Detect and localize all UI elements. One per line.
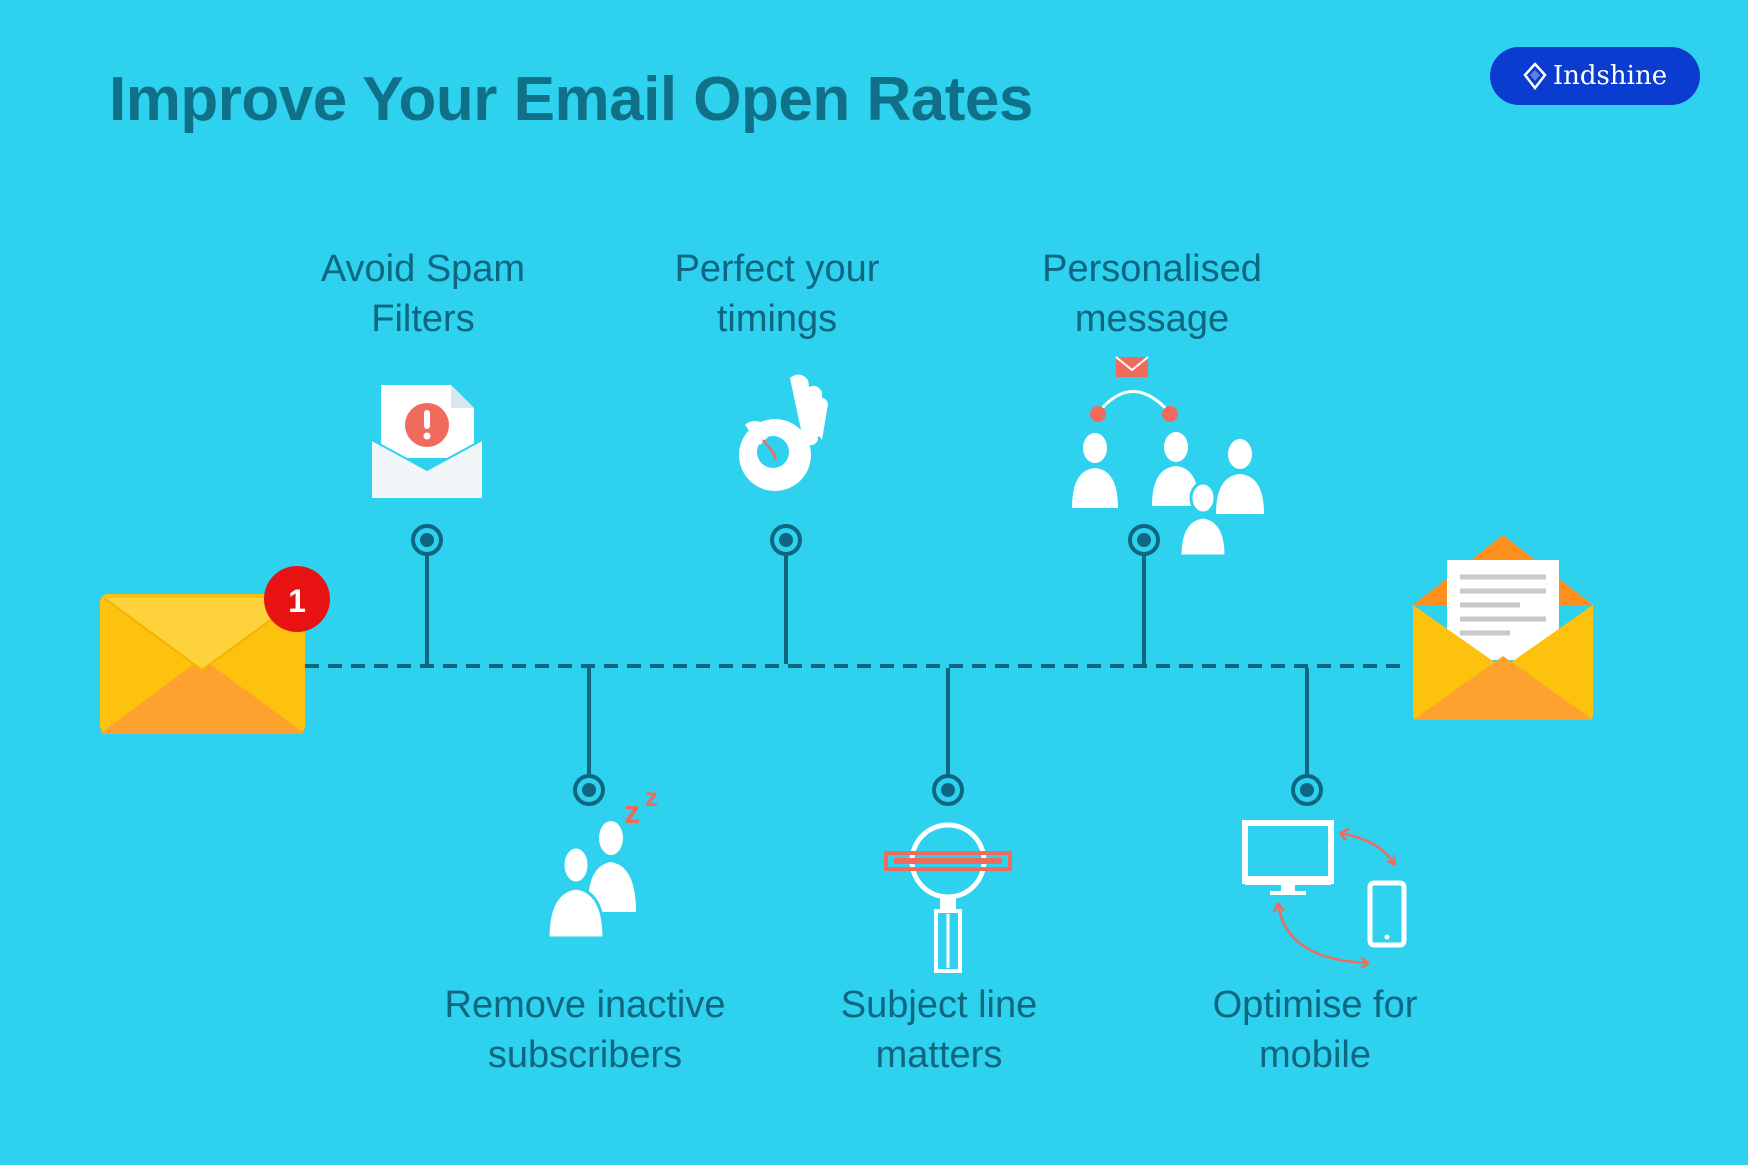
svg-text:z: z [645,782,658,812]
spam-alert-envelope-icon [371,385,483,498]
svg-text:z: z [624,794,640,830]
infographic: Improve Your Email Open Rates Indshine A… [0,0,1748,1165]
connector-perfect-timings [770,524,802,664]
connector-remove-inactive [573,668,605,806]
connector-avoid-spam [411,524,443,664]
sleeping-users-icon: z z [546,782,658,940]
connector-optimise-mobile [1291,668,1323,806]
ok-hand-clock-icon [739,374,828,491]
magnifier-subject-icon [884,822,1012,973]
open-envelope-icon [1413,535,1593,720]
notification-badge: 1 [264,566,330,632]
notification-badge-count: 1 [288,583,306,619]
desktop-mobile-sync-icon [1242,820,1407,970]
connector-subject-line [932,668,964,806]
timeline-artwork: 1 z z [100,356,1593,973]
connector-personalised-message [1128,524,1160,664]
group-message-icon [1072,356,1264,558]
